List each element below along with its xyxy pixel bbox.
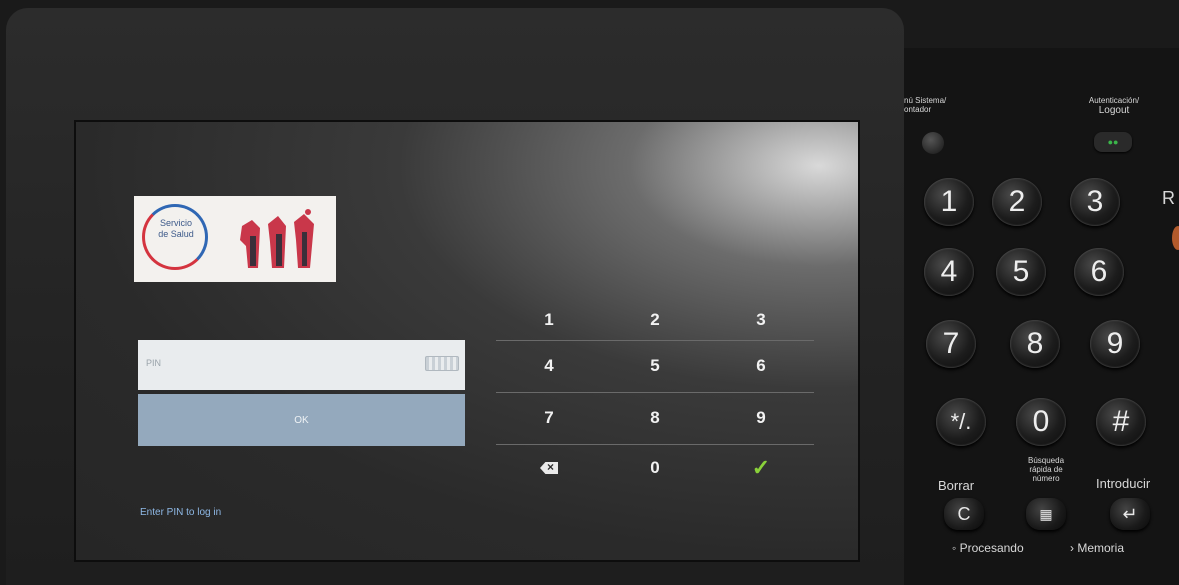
- enter-button[interactable]: ↵: [1110, 498, 1150, 530]
- orange-indicator: [1172, 226, 1179, 250]
- logo-line-1: Servicio: [159, 218, 192, 228]
- keypad-key-2[interactable]: 2: [602, 294, 708, 346]
- logout-button[interactable]: ●●: [1094, 132, 1132, 152]
- quick-search-label-line-3: número: [1032, 474, 1060, 483]
- quick-search-button[interactable]: ▦: [1026, 498, 1066, 530]
- ok-button[interactable]: OK: [138, 394, 465, 446]
- pin-placeholder: PIN: [146, 358, 162, 368]
- quick-search-label-line-2: rápida de: [1029, 465, 1063, 474]
- grid-icon: ▦: [1039, 505, 1053, 522]
- processing-label: ◦ Procesando: [952, 541, 1024, 555]
- hw-key-hash[interactable]: #: [1096, 398, 1146, 446]
- clear-label: Borrar: [938, 478, 975, 493]
- system-menu-label-line-1: nú Sistema/: [904, 96, 947, 105]
- auth-label: Autenticación/ Logout: [1064, 96, 1164, 116]
- enter-label: Introducir: [1096, 476, 1151, 491]
- login-status-text: Enter PIN to log in: [140, 507, 222, 518]
- keypad-key-8[interactable]: 8: [602, 392, 708, 444]
- confirm-key[interactable]: ✓: [708, 442, 814, 494]
- keypad-key-0[interactable]: 0: [602, 442, 708, 494]
- hw-key-9[interactable]: 9: [1090, 320, 1140, 368]
- system-menu-button[interactable]: [922, 132, 944, 154]
- keypad-key-5[interactable]: 5: [602, 340, 708, 392]
- hw-key-4[interactable]: 4: [924, 248, 974, 296]
- logo-text: Servicio de Salud: [146, 218, 206, 240]
- quick-search-label-line-1: Búsqueda: [1027, 456, 1065, 465]
- logo-illustration: [240, 209, 314, 268]
- pin-input[interactable]: PIN: [138, 340, 465, 390]
- auth-label-line-2: Logout: [1098, 105, 1130, 116]
- on-screen-keypad: 1 2 3 4 5 6 7 8 9 × 0 ✓: [496, 294, 814, 480]
- hw-key-2[interactable]: 2: [992, 178, 1042, 226]
- system-menu-label-line-2: ontador: [904, 105, 932, 114]
- memory-label-text: Memoria: [1077, 541, 1125, 555]
- memory-label: › Memoria: [1070, 541, 1124, 555]
- logo-line-2: de Salud: [158, 229, 194, 239]
- checkmark-icon: ✓: [751, 455, 771, 480]
- quick-search-label: Búsqueda rápida de número: [1016, 456, 1076, 483]
- keypad-key-4[interactable]: 4: [496, 340, 602, 392]
- enter-icon: ↵: [1122, 503, 1138, 524]
- hw-key-8[interactable]: 8: [1010, 320, 1060, 368]
- keypad-key-3[interactable]: 3: [708, 294, 814, 346]
- hw-key-3[interactable]: 3: [1070, 178, 1120, 226]
- system-menu-label: nú Sistema/ ontador: [904, 96, 946, 114]
- processing-label-text: Procesando: [959, 541, 1024, 555]
- hardware-control-panel: nú Sistema/ ontador Autenticación/ Logou…: [904, 48, 1179, 585]
- hw-key-5[interactable]: 5: [996, 248, 1046, 296]
- keyboard-icon[interactable]: [425, 356, 459, 371]
- keypad-key-1[interactable]: 1: [496, 294, 602, 346]
- processing-indicator-icon: ◦: [952, 541, 960, 555]
- user-icon: ●●: [1107, 137, 1119, 147]
- hw-key-6[interactable]: 6: [1074, 248, 1124, 296]
- clear-button[interactable]: C: [944, 498, 984, 530]
- hw-key-0[interactable]: 0: [1016, 398, 1066, 446]
- keypad-key-6[interactable]: 6: [708, 340, 814, 392]
- edge-letter: R: [1162, 188, 1175, 208]
- hw-key-7[interactable]: 7: [926, 320, 976, 368]
- keypad-key-9[interactable]: 9: [708, 392, 814, 444]
- organization-logo: Servicio de Salud: [134, 196, 336, 282]
- backspace-key[interactable]: ×: [496, 442, 602, 494]
- backspace-icon: ×: [540, 462, 558, 474]
- keypad-key-7[interactable]: 7: [496, 392, 602, 444]
- hw-key-1[interactable]: 1: [924, 178, 974, 226]
- device-bezel: Servicio de Salud PIN OK 1 2 3 4 5 6 7 8…: [6, 8, 904, 585]
- hw-key-symbol[interactable]: */.: [936, 398, 986, 446]
- touch-screen: Servicio de Salud PIN OK 1 2 3 4 5 6 7 8…: [74, 120, 860, 562]
